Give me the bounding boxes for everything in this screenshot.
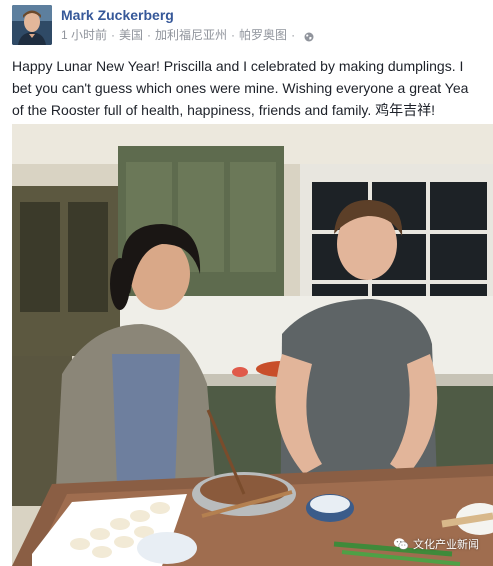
post-message: Happy Lunar New Year! Priscilla and I ce… (12, 55, 493, 121)
location-city[interactable]: 帕罗奥图 (239, 27, 287, 43)
post-subline: 1 小时前 · 美国 · 加利福尼亚州 · 帕罗奥图 · (61, 27, 314, 43)
post-message-line: of the Rooster full of health, happiness… (12, 102, 436, 118)
separator: · (291, 28, 296, 42)
avatar[interactable] (12, 5, 52, 45)
post-meta: Mark Zuckerberg 1 小时前 · 美国 · 加利福尼亚州 · 帕罗… (61, 5, 314, 43)
separator: · (147, 28, 152, 42)
post-time[interactable]: 1 小时前 (61, 27, 107, 43)
watermark-text: 文化产业新闻 (413, 539, 479, 551)
avatar-portrait (12, 5, 52, 45)
facebook-post: Mark Zuckerberg 1 小时前 · 美国 · 加利福尼亚州 · 帕罗… (0, 0, 493, 566)
location-state[interactable]: 加利福尼亚州 (155, 27, 227, 43)
post-photo[interactable]: 文化产业新闻 (12, 124, 493, 566)
wechat-icon (393, 538, 409, 550)
author-name[interactable]: Mark Zuckerberg (61, 6, 314, 24)
separator: · (231, 28, 236, 42)
photo-dumpling-scene (12, 124, 493, 566)
globe-icon[interactable] (304, 30, 314, 42)
post-message-line: bet you can't guess which ones were mine… (12, 80, 469, 96)
post-message-line: Happy Lunar New Year! Priscilla and I ce… (12, 58, 464, 74)
post-header: Mark Zuckerberg 1 小时前 · 美国 · 加利福尼亚州 · 帕罗… (12, 5, 314, 47)
location-country[interactable]: 美国 (119, 27, 143, 43)
photo-watermark: 文化产业新闻 (393, 536, 479, 552)
separator: · (111, 28, 116, 42)
